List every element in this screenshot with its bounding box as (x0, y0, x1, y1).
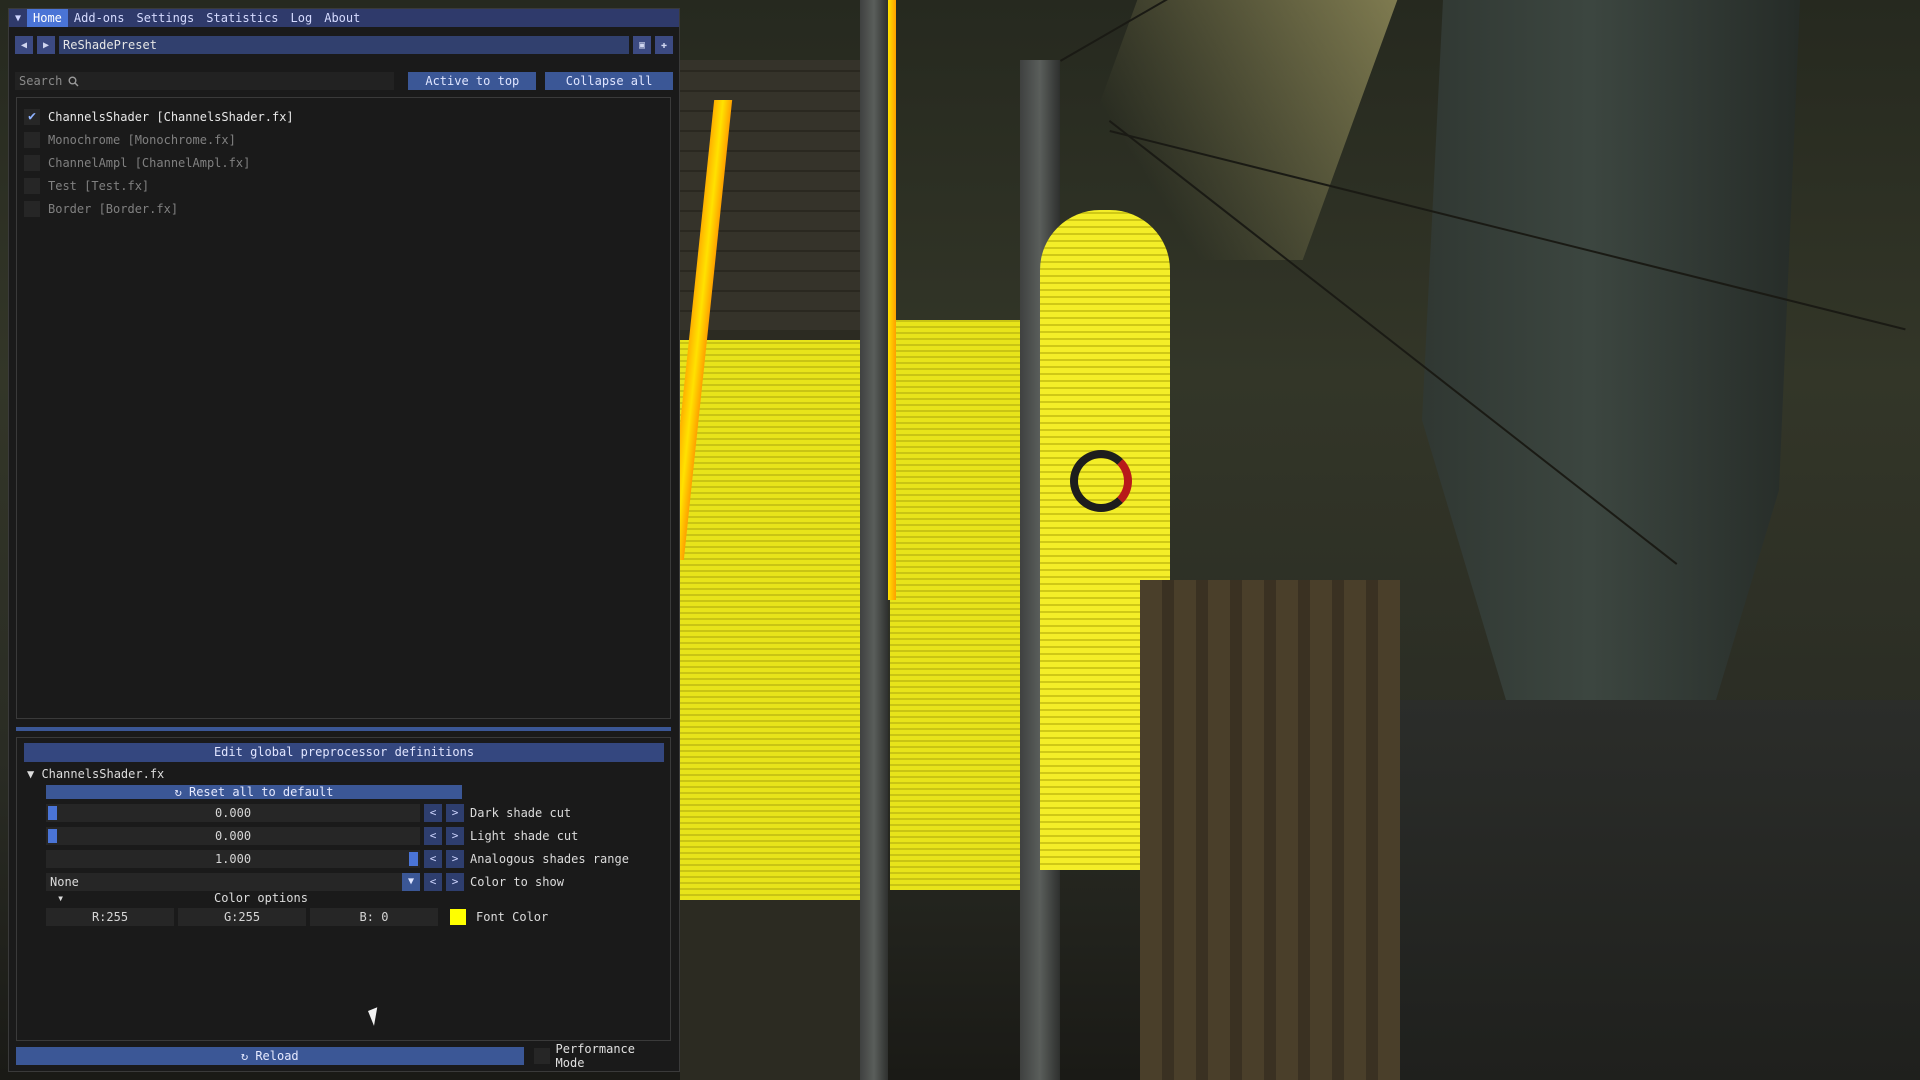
increment-button[interactable]: > (446, 850, 464, 868)
effect-checkbox[interactable]: ✔ (24, 108, 40, 125)
parameters-panel: Edit global preprocessor definitions ▼ C… (16, 737, 671, 1041)
active-to-top-button[interactable]: Active to top (408, 72, 537, 90)
blue-channel-input[interactable]: B: 0 (310, 908, 438, 926)
save-preset-icon[interactable]: ▣ (633, 36, 651, 54)
checkmark-icon: ✔ (28, 109, 36, 124)
dark-shade-cut-slider[interactable]: 0.000 (46, 804, 420, 822)
reset-all-button[interactable]: ↻ Reset all to default (46, 785, 462, 799)
citadel-tower (1422, 0, 1800, 700)
preset-bar: ◀ ▶ ReShadePreset ▣ ✚ (15, 35, 673, 55)
next-preset-icon[interactable]: ▶ (37, 36, 55, 54)
panel-splitter[interactable] (16, 727, 671, 731)
far-building (1400, 700, 1920, 1080)
add-preset-icon[interactable]: ✚ (655, 36, 673, 54)
list-item[interactable]: Monochrome [Monochrome.fx] (17, 128, 670, 151)
caret-down-icon: ▼ (27, 767, 42, 781)
red-channel-input[interactable]: R:255 (46, 908, 174, 926)
brown-building (1140, 580, 1400, 1080)
performance-mode-checkbox[interactable] (533, 1048, 550, 1064)
caret-down-icon[interactable]: ▼ (9, 9, 27, 27)
slider-value: 0.000 (214, 829, 252, 843)
effect-label: Monochrome [Monochrome.fx] (48, 132, 236, 147)
effect-checkbox[interactable] (24, 177, 40, 194)
reload-icon: ↻ (240, 1049, 256, 1063)
list-item[interactable]: Test [Test.fx] (17, 174, 670, 197)
reset-all-label: Reset all to default (188, 785, 334, 799)
slider-value: 0.000 (214, 806, 252, 820)
search-input[interactable]: Search (15, 72, 395, 90)
effect-label: ChannelsShader [ChannelsShader.fx] (48, 109, 294, 124)
decrement-button[interactable]: < (424, 873, 442, 891)
dark-shade-cut-row: 0.000 < > Dark shade cut (46, 804, 571, 822)
increment-button[interactable]: > (446, 827, 464, 845)
tab-home[interactable]: Home (27, 9, 68, 27)
color-to-show-select[interactable]: None ▼ (46, 873, 420, 891)
concrete-pillar (860, 0, 888, 1080)
effect-checkbox[interactable] (24, 131, 40, 148)
effect-label: Test [Test.fx] (48, 178, 150, 193)
shader-file-label: ChannelsShader.fx (41, 767, 165, 781)
shader-tree-node[interactable]: ▼ ChannelsShader.fx (27, 767, 164, 781)
color-swatch[interactable] (450, 909, 466, 925)
tab-settings[interactable]: Settings (130, 9, 200, 27)
tab-log[interactable]: Log (285, 9, 319, 27)
effects-list: ✔ ChannelsShader [ChannelsShader.fx] Mon… (16, 97, 671, 719)
reload-button[interactable]: ↻ Reload (16, 1047, 524, 1065)
search-placeholder: Search (19, 74, 63, 88)
previous-preset-icon[interactable]: ◀ (15, 36, 33, 54)
light-shade-cut-row: 0.000 < > Light shade cut (46, 827, 578, 845)
caret-down-icon: ▾ (57, 891, 65, 905)
light-shade-cut-slider[interactable]: 0.000 (46, 827, 420, 845)
analogous-shades-range-slider[interactable]: 1.000 (46, 850, 420, 868)
menu-bar: ▼ Home Add-ons Settings Statistics Log A… (9, 9, 679, 27)
chevron-down-icon[interactable]: ▼ (402, 873, 420, 891)
yellow-billboard-left (680, 340, 880, 900)
tab-about[interactable]: About (318, 9, 366, 27)
effect-label: ChannelAmpl [ChannelAmpl.fx] (48, 155, 251, 170)
edit-global-preprocessor-button[interactable]: Edit global preprocessor definitions (24, 743, 664, 762)
decrement-button[interactable]: < (424, 827, 442, 845)
list-item[interactable]: Border [Border.fx] (17, 197, 670, 220)
color-options-node[interactable]: ▾ Color options (57, 891, 457, 905)
decrement-button[interactable]: < (424, 804, 442, 822)
list-item[interactable]: ChannelAmpl [ChannelAmpl.fx] (17, 151, 670, 174)
effect-label: Border [Border.fx] (48, 201, 179, 216)
reset-icon: ↻ (174, 785, 189, 799)
analogous-shades-range-label: Analogous shades range (470, 852, 629, 866)
footer-bar: ↻ Reload Performance Mode (16, 1042, 671, 1070)
light-shade-cut-label: Light shade cut (470, 829, 579, 843)
font-color-label: Font Color (476, 910, 549, 924)
increment-button[interactable]: > (446, 873, 464, 891)
color-to-show-label: Color to show (470, 875, 564, 889)
analogous-shades-range-row: 1.000 < > Analogous shades range (46, 850, 629, 868)
reload-label: Reload (255, 1049, 299, 1063)
yellow-billboard-center (890, 320, 1040, 890)
city-logo (1070, 450, 1132, 512)
tab-statistics[interactable]: Statistics (200, 9, 284, 27)
reshade-window: ▼ Home Add-ons Settings Statistics Log A… (8, 8, 680, 1072)
color-options-label: Color options (214, 891, 308, 905)
font-color-row: R:255 G:255 B: 0 Font Color (46, 908, 548, 926)
select-value: None (50, 875, 79, 889)
decrement-button[interactable]: < (424, 850, 442, 868)
dark-shade-cut-label: Dark shade cut (470, 806, 572, 820)
preset-name-field[interactable]: ReShadePreset (59, 36, 629, 54)
effect-checkbox[interactable] (24, 154, 40, 171)
search-icon (68, 76, 79, 86)
search-bar: Search Active to top Collapse all (15, 71, 673, 91)
collapse-all-button[interactable]: Collapse all (545, 72, 673, 90)
list-item[interactable]: ✔ ChannelsShader [ChannelsShader.fx] (17, 105, 670, 128)
effect-checkbox[interactable] (24, 200, 40, 217)
slider-value: 1.000 (214, 852, 252, 866)
green-channel-input[interactable]: G:255 (178, 908, 306, 926)
color-to-show-row: None ▼ < > Color to show (46, 873, 564, 891)
performance-mode-label: Performance Mode (555, 1042, 635, 1070)
increment-button[interactable]: > (446, 804, 464, 822)
tab-add-ons[interactable]: Add-ons (68, 9, 131, 27)
